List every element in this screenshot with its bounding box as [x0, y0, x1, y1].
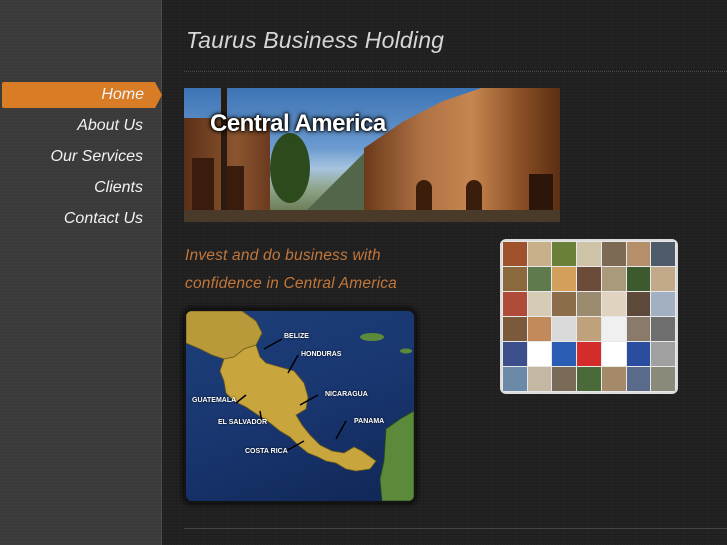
- collage-tile: [577, 342, 601, 366]
- collage-tile: [626, 267, 651, 291]
- collage-tile: [601, 317, 626, 341]
- collage-tile: [626, 242, 651, 266]
- collage-tile: [626, 342, 651, 366]
- nav-item-clients[interactable]: Clients: [0, 175, 161, 206]
- map-island-cuba: [360, 333, 384, 341]
- collage-tile: [651, 317, 675, 341]
- collage-tile: [651, 342, 675, 366]
- collage-tile: [503, 292, 527, 316]
- collage-tile: [626, 367, 651, 391]
- nav-item-contact-us[interactable]: Contact Us: [0, 206, 161, 237]
- banner-pole: [221, 88, 227, 222]
- header-divider: [184, 71, 727, 72]
- collage-tile: [552, 242, 577, 266]
- footer-divider: [184, 528, 727, 529]
- collage-tile: [601, 242, 626, 266]
- map-island-jamaica: [400, 348, 412, 354]
- nav-item-home[interactable]: Home: [2, 82, 162, 108]
- map-label-honduras: HONDURAS: [301, 351, 342, 358]
- collage-tile: [651, 367, 675, 391]
- banner-image: Central America: [184, 88, 560, 222]
- collage-tile: [577, 292, 601, 316]
- collage-tile: [577, 242, 601, 266]
- main-nav: Home About Us Our Services Clients Conta…: [0, 82, 162, 237]
- collage-tile: [552, 267, 577, 291]
- sidebar: Home About Us Our Services Clients Conta…: [0, 0, 162, 545]
- map-land-colombia: [379, 410, 414, 501]
- collage-tile: [503, 367, 527, 391]
- collage-tile: [552, 317, 577, 341]
- banner-text: Central America: [210, 110, 386, 137]
- collage-tile: [577, 267, 601, 291]
- tagline: Invest and do business with confidence i…: [185, 247, 397, 292]
- map-land-central-america: [219, 344, 377, 472]
- collage-tile: [503, 342, 527, 366]
- collage-tile: [503, 267, 527, 291]
- collage-tile: [626, 292, 651, 316]
- collage-tile: [527, 292, 552, 316]
- map-label-belize: BELIZE: [284, 333, 309, 340]
- collage-tile: [601, 292, 626, 316]
- map-label-el-salvador: EL SALVADOR: [218, 419, 268, 426]
- collage-tile: [527, 242, 552, 266]
- collage-tile: [527, 267, 552, 291]
- collage-tile: [601, 342, 626, 366]
- collage-tile: [651, 292, 675, 316]
- map-label-guatemala: GUATEMALA: [192, 397, 237, 404]
- collage-tile: [527, 342, 552, 366]
- collage-tile: [527, 317, 552, 341]
- map-label-costa-rica: COSTA RICA: [245, 448, 288, 455]
- collage-tile: [552, 367, 577, 391]
- map-label-panama: PANAMA: [354, 418, 385, 425]
- collage-tile: [601, 267, 626, 291]
- collage-tile: [577, 367, 601, 391]
- banner-ground: [184, 210, 560, 222]
- collage-tile: [552, 342, 577, 366]
- nav-item-about-us[interactable]: About Us: [0, 113, 161, 144]
- collage-tile: [577, 317, 601, 341]
- photo-collage: [502, 241, 676, 392]
- banner-tree: [270, 133, 310, 203]
- collage-tile: [527, 367, 552, 391]
- collage-tile: [651, 242, 675, 266]
- site-title: Taurus Business Holding: [186, 27, 445, 53]
- collage-tile: [503, 317, 527, 341]
- collage-tile: [626, 317, 651, 341]
- collage-tile: [503, 242, 527, 266]
- central-america-map: BELIZE HONDURAS GUATEMALA NICARAGUA EL S…: [186, 311, 414, 501]
- collage-tile: [552, 292, 577, 316]
- nav-item-our-services[interactable]: Our Services: [0, 144, 161, 175]
- main-content: Taurus Business Holding Central America …: [162, 0, 727, 545]
- collage-tile: [601, 367, 626, 391]
- map-label-nicaragua: NICARAGUA: [325, 391, 368, 398]
- collage-tile: [651, 267, 675, 291]
